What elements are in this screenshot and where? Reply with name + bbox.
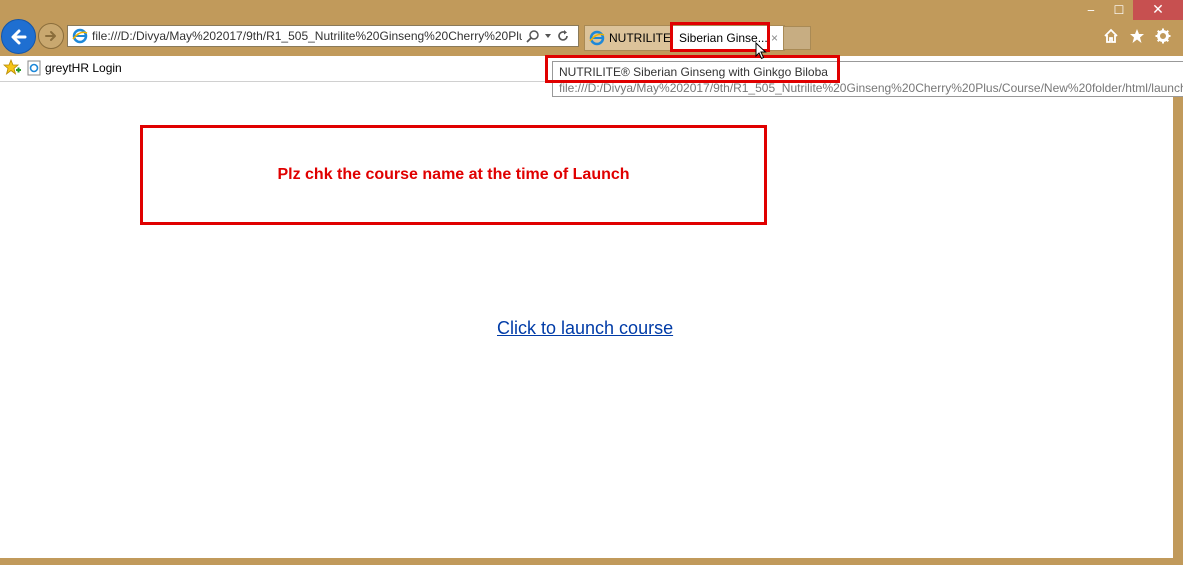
home-icon	[1104, 28, 1118, 43]
new-tab-button[interactable]	[783, 26, 811, 50]
star-icon	[1130, 29, 1144, 43]
forward-button[interactable]	[38, 23, 64, 49]
close-tab-icon[interactable]: ×	[771, 31, 778, 45]
back-button[interactable]	[1, 19, 36, 54]
refresh-icon[interactable]	[556, 29, 570, 43]
search-icon[interactable]	[526, 29, 540, 43]
annotation-box: Plz chk the course name at the time of L…	[140, 125, 767, 225]
tab-label: NUTRILITE®	[609, 31, 674, 45]
address-bar[interactable]: file:///D:/Divya/May%202017/9th/R1_505_N…	[67, 25, 579, 47]
dropdown-icon[interactable]	[544, 32, 552, 40]
ie-page-icon	[589, 30, 605, 46]
browser-frame-bottom	[0, 558, 1183, 565]
maximize-icon: ☐	[1113, 3, 1125, 17]
tools-button[interactable]	[1153, 26, 1173, 46]
close-button[interactable]: ✕	[1133, 0, 1183, 20]
minimize-icon: ‒	[1087, 3, 1095, 17]
tooltip-url: file:///D:/Divya/May%202017/9th/R1_505_N…	[559, 81, 1183, 95]
favorite-label: greytHR Login	[45, 61, 122, 75]
tab-nutrilite[interactable]: NUTRILITE®	[584, 25, 674, 51]
toolbar-icons	[1101, 26, 1173, 46]
tooltip-highlight	[545, 55, 840, 83]
mouse-cursor-icon	[755, 42, 767, 60]
favorite-greythr-login[interactable]: greytHR Login	[27, 60, 122, 76]
home-button[interactable]	[1101, 26, 1121, 46]
favorites-add-icon[interactable]	[3, 59, 21, 77]
favorites-button[interactable]	[1127, 26, 1147, 46]
page-content: Plz chk the course name at the time of L…	[0, 82, 1173, 558]
maximize-button[interactable]: ☐	[1105, 0, 1133, 20]
gear-icon	[1155, 28, 1171, 44]
ie-page-icon	[72, 28, 88, 44]
page-icon	[27, 60, 41, 76]
close-icon: ✕	[1152, 2, 1164, 18]
launch-course-link[interactable]: Click to launch course	[497, 318, 673, 339]
window-controls: ‒ ☐ ✕	[1077, 0, 1183, 22]
annotation-note: Plz chk the course name at the time of L…	[277, 166, 630, 183]
address-url[interactable]: file:///D:/Divya/May%202017/9th/R1_505_N…	[92, 29, 522, 43]
arrow-left-icon	[11, 29, 26, 44]
arrow-right-icon	[45, 31, 56, 41]
minimize-button[interactable]: ‒	[1077, 0, 1105, 20]
